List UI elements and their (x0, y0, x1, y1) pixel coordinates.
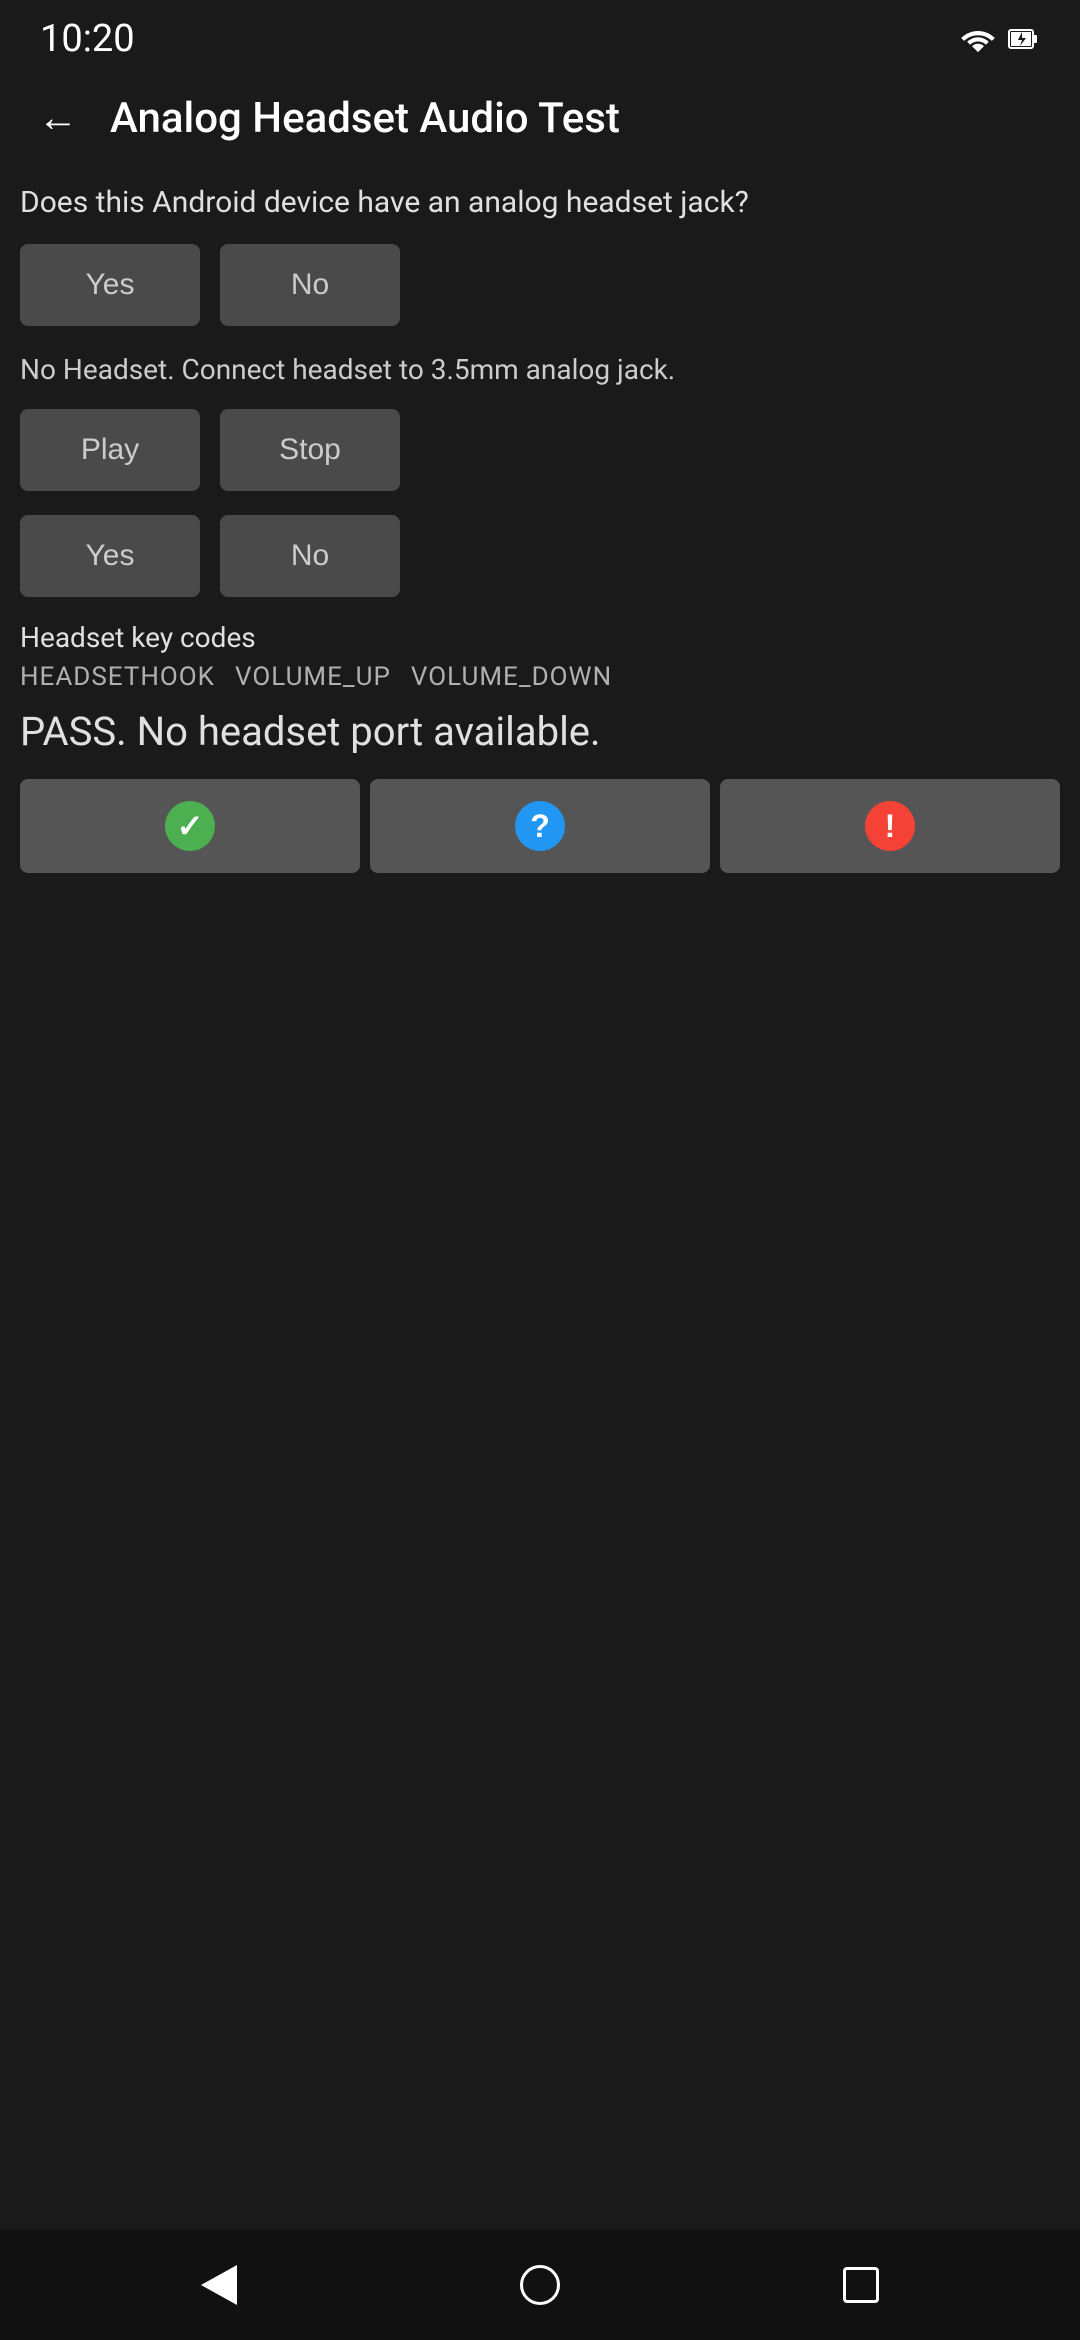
nav-back-button[interactable] (201, 2265, 237, 2305)
status-icons (960, 25, 1040, 53)
back-button[interactable]: ← (30, 90, 86, 146)
wifi-icon (960, 25, 996, 53)
yes-button-1[interactable]: Yes (20, 244, 200, 326)
info-question-icon: ? (515, 801, 565, 851)
key-code-volume-up: VOLUME_UP (235, 662, 391, 692)
no-button-2[interactable]: No (220, 515, 400, 597)
status-bar: 10:20 (0, 0, 1080, 70)
key-code-volume-down: VOLUME_DOWN (411, 662, 612, 692)
key-codes-list: HEADSETHOOK VOLUME_UP VOLUME_DOWN (20, 662, 1060, 692)
headset-question: Does this Android device have an analog … (20, 182, 1060, 224)
key-codes-section: Headset key codes HEADSETHOOK VOLUME_UP … (20, 621, 1060, 692)
play-stop-row: Play Stop (20, 409, 1060, 491)
no-button-1[interactable]: No (220, 244, 400, 326)
header: ← Analog Headset Audio Test (0, 70, 1080, 166)
stop-button[interactable]: Stop (220, 409, 400, 491)
action-buttons-row: ✓ ? ! (20, 779, 1060, 873)
nav-home-button[interactable] (520, 2265, 560, 2305)
info-action-button[interactable]: ? (370, 779, 710, 873)
page-title: Analog Headset Audio Test (110, 94, 620, 143)
nav-recent-button[interactable] (843, 2267, 879, 2303)
battery-icon (1008, 25, 1040, 53)
pass-action-button[interactable]: ✓ (20, 779, 360, 873)
main-content: Does this Android device have an analog … (0, 166, 1080, 2340)
yes-no-row-1: Yes No (20, 244, 1060, 326)
pass-text: PASS. No headset port available. (20, 708, 1060, 755)
yes-button-2[interactable]: Yes (20, 515, 200, 597)
fail-action-button[interactable]: ! (720, 779, 1060, 873)
nav-back-icon (201, 2265, 237, 2305)
back-arrow-icon: ← (38, 98, 78, 138)
pass-checkmark-icon: ✓ (165, 801, 215, 851)
key-code-headsethook: HEADSETHOOK (20, 662, 215, 692)
nav-recent-icon (843, 2267, 879, 2303)
nav-home-icon (520, 2265, 560, 2305)
status-time: 10:20 (40, 17, 135, 61)
info-text: No Headset. Connect headset to 3.5mm ana… (20, 350, 1060, 389)
yes-no-row-2: Yes No (20, 515, 1060, 597)
key-codes-title: Headset key codes (20, 621, 1060, 654)
fail-exclamation-icon: ! (865, 801, 915, 851)
nav-bar (0, 2230, 1080, 2340)
play-button[interactable]: Play (20, 409, 200, 491)
